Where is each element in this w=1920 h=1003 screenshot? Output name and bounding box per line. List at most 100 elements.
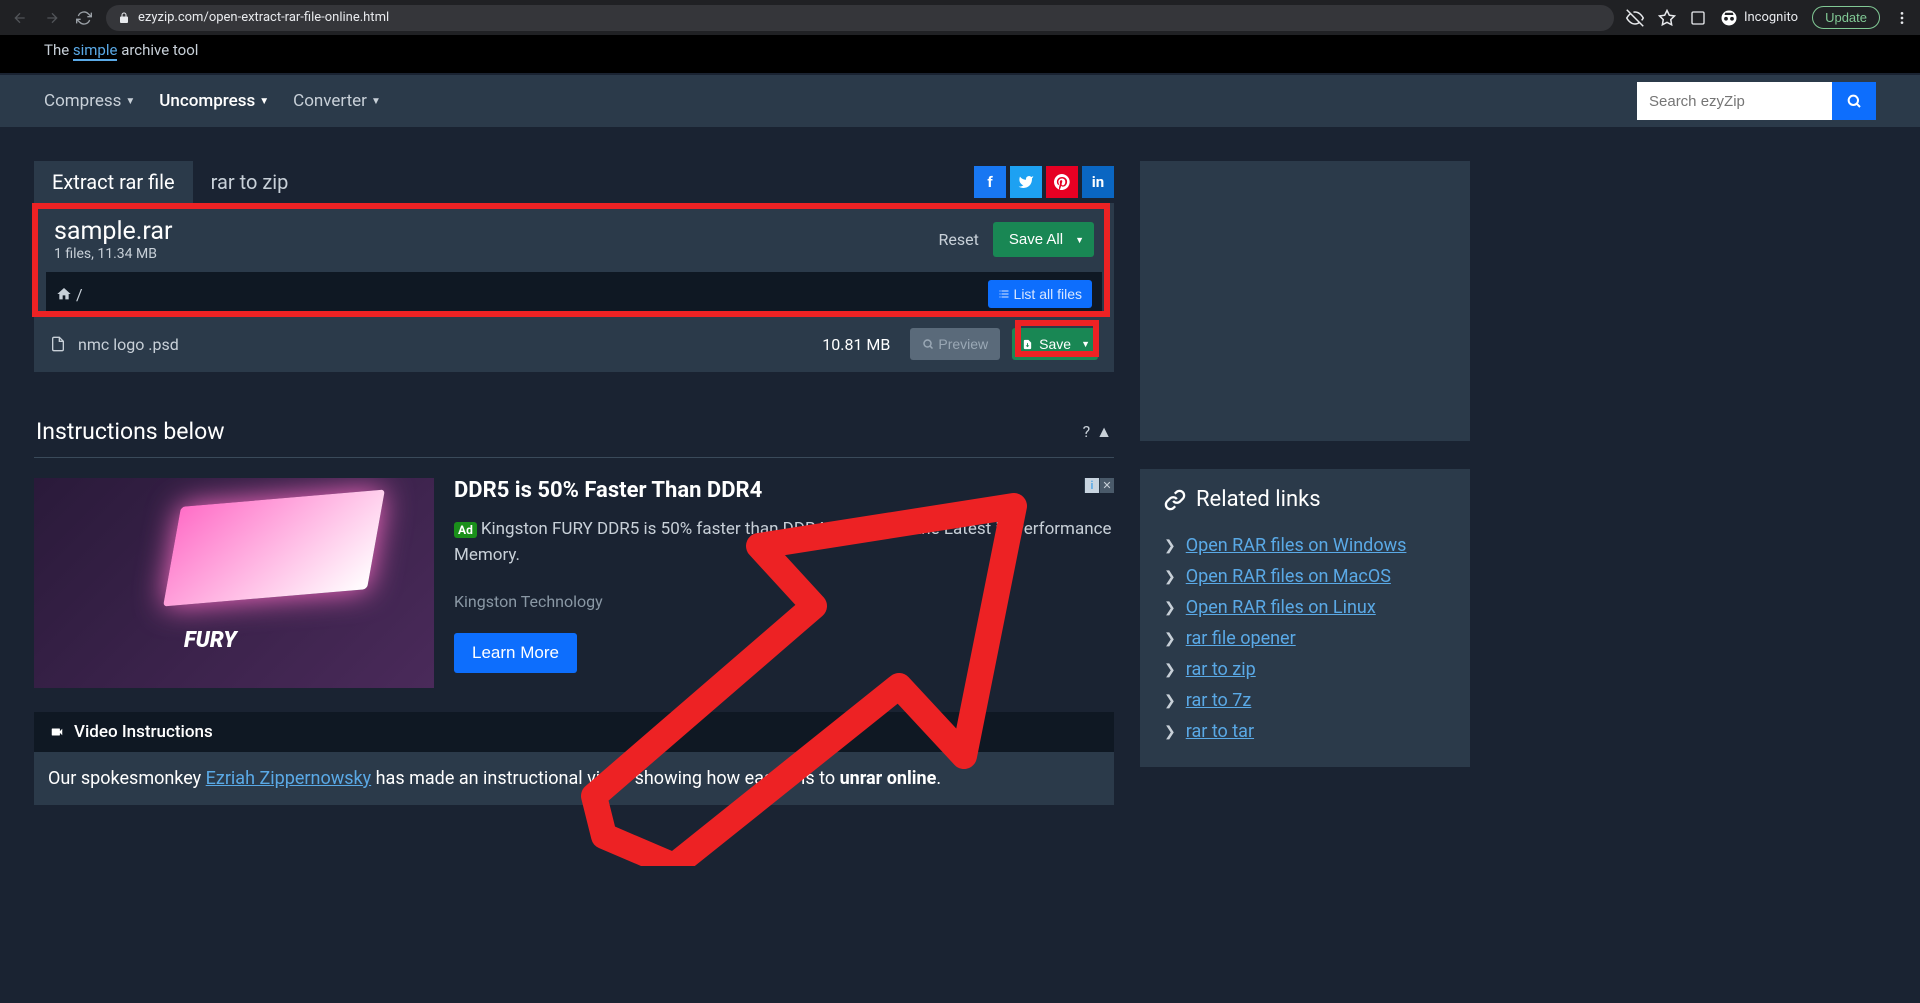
chevron-right-icon: ❯ bbox=[1164, 693, 1176, 709]
related-link[interactable]: rar to 7z bbox=[1186, 690, 1252, 711]
related-link[interactable]: rar to tar bbox=[1186, 721, 1254, 742]
file-size: 10.81 MB bbox=[822, 335, 890, 354]
tagline: The simple archive tool bbox=[44, 41, 1876, 59]
sidebar-ad-placeholder bbox=[1140, 161, 1470, 441]
related-link-item: ❯ rar file opener bbox=[1164, 623, 1446, 654]
browser-toolbar: ezyzip.com/open-extract-rar-file-online.… bbox=[0, 0, 1920, 35]
facebook-icon[interactable]: f bbox=[974, 166, 1006, 198]
caret-down-icon: ▼ bbox=[371, 96, 381, 107]
nav-uncompress[interactable]: Uncompress▼ bbox=[159, 91, 283, 111]
reload-button[interactable] bbox=[74, 8, 94, 28]
ad-close-icon[interactable]: ✕ bbox=[1099, 478, 1114, 493]
ad-controls: i ✕ bbox=[1084, 478, 1114, 493]
ad-text: i ✕ DDR5 is 50% Faster Than DDR4 AdKings… bbox=[454, 478, 1114, 688]
reset-link[interactable]: Reset bbox=[939, 230, 979, 249]
related-heading: Related links bbox=[1164, 487, 1446, 512]
forward-button[interactable] bbox=[42, 8, 62, 28]
search-button[interactable] bbox=[1832, 82, 1876, 120]
related-links-panel: Related links ❯ Open RAR files on Windows… bbox=[1140, 469, 1470, 767]
search-input[interactable] bbox=[1637, 82, 1832, 120]
pinterest-icon[interactable] bbox=[1046, 166, 1078, 198]
related-link[interactable]: Open RAR files on Linux bbox=[1186, 597, 1376, 618]
ad-badge: Ad bbox=[454, 522, 477, 538]
file-row: nmc logo .psd 10.81 MB Preview Save ▼ bbox=[34, 316, 1114, 372]
browser-right-icons: Incognito Update bbox=[1626, 6, 1910, 29]
chevron-right-icon: ❯ bbox=[1164, 662, 1176, 678]
incognito-icon bbox=[1720, 9, 1738, 27]
link-icon bbox=[1164, 489, 1186, 511]
tab-rar-to-zip[interactable]: rar to zip bbox=[193, 161, 307, 203]
ad-brand: Kingston Technology bbox=[454, 592, 1114, 611]
caret-up-icon: ▲ bbox=[1096, 422, 1112, 442]
help-toggle[interactable]: ? ▲ bbox=[1083, 422, 1112, 442]
content-wrap: Extract rar file rar to zip f in sample.… bbox=[0, 161, 1920, 805]
page-viewport: The simple archive tool Compress▼ Uncomp… bbox=[0, 35, 1920, 1003]
video-heading: Video Instructions bbox=[34, 712, 1114, 752]
related-link-item: ❯ rar to 7z bbox=[1164, 685, 1446, 716]
update-button[interactable]: Update bbox=[1812, 6, 1880, 29]
spokesmonkey-link[interactable]: Ezriah Zippernowsky bbox=[206, 768, 372, 789]
search-wrap bbox=[1637, 82, 1876, 120]
chevron-right-icon: ❯ bbox=[1164, 724, 1176, 740]
ad-image[interactable] bbox=[34, 478, 434, 688]
caret-down-icon: ▼ bbox=[1075, 235, 1084, 245]
preview-button[interactable]: Preview bbox=[910, 328, 1000, 360]
related-link[interactable]: rar to zip bbox=[1186, 659, 1256, 680]
save-all-button[interactable]: Save All ▼ bbox=[993, 222, 1094, 257]
breadcrumb-path: / bbox=[76, 285, 83, 304]
incognito-label: Incognito bbox=[1744, 10, 1798, 25]
archive-panel: sample.rar 1 files, 11.34 MB Reset Save … bbox=[34, 203, 1114, 372]
nav-compress[interactable]: Compress▼ bbox=[44, 91, 149, 111]
main-nav: Compress▼ Uncompress▼ Converter▼ bbox=[0, 73, 1920, 127]
ad-block: i ✕ DDR5 is 50% Faster Than DDR4 AdKings… bbox=[34, 478, 1114, 688]
caret-down-icon: ▼ bbox=[259, 96, 269, 107]
linkedin-icon[interactable]: in bbox=[1082, 166, 1114, 198]
archive-header: sample.rar 1 files, 11.34 MB Reset Save … bbox=[34, 203, 1114, 272]
back-button[interactable] bbox=[10, 8, 30, 28]
archive-meta: 1 files, 11.34 MB bbox=[54, 246, 172, 262]
ad-cta-button[interactable]: Learn More bbox=[454, 633, 577, 673]
home-icon[interactable] bbox=[56, 286, 72, 302]
related-link[interactable]: Open RAR files on MacOS bbox=[1186, 566, 1391, 587]
breadcrumb-row: / List all files bbox=[46, 272, 1102, 316]
address-bar[interactable]: ezyzip.com/open-extract-rar-file-online.… bbox=[106, 5, 1614, 31]
related-link-item: ❯ rar to tar bbox=[1164, 716, 1446, 747]
instructions-heading: Instructions below bbox=[36, 418, 224, 445]
tagline-highlight: simple bbox=[73, 41, 118, 61]
lock-icon bbox=[118, 12, 130, 24]
related-link-item: ❯ Open RAR files on Linux bbox=[1164, 592, 1446, 623]
menu-icon[interactable] bbox=[1894, 10, 1910, 26]
save-button[interactable]: Save ▼ bbox=[1012, 328, 1098, 360]
caret-down-icon: ▼ bbox=[1081, 339, 1090, 349]
twitter-icon[interactable] bbox=[1010, 166, 1042, 198]
eye-off-icon[interactable] bbox=[1626, 9, 1644, 27]
related-link-item: ❯ rar to zip bbox=[1164, 654, 1446, 685]
sidebar: Related links ❯ Open RAR files on Windows… bbox=[1140, 161, 1470, 805]
related-links-list: ❯ Open RAR files on Windows ❯ Open RAR file… bbox=[1164, 530, 1446, 747]
caret-down-icon: ▼ bbox=[125, 96, 135, 107]
list-all-files-button[interactable]: List all files bbox=[988, 280, 1092, 308]
site-header: The simple archive tool bbox=[0, 35, 1920, 73]
tab-extract-rar[interactable]: Extract rar file bbox=[34, 161, 193, 203]
instructions-header: Instructions below ? ▲ bbox=[34, 418, 1114, 458]
chevron-right-icon: ❯ bbox=[1164, 600, 1176, 616]
video-section: Video Instructions Our spokesmonkey Ezri… bbox=[34, 712, 1114, 805]
main-column: Extract rar file rar to zip f in sample.… bbox=[34, 161, 1114, 805]
file-name: nmc logo .psd bbox=[78, 335, 179, 354]
ad-description: AdKingston FURY DDR5 is 50% faster than … bbox=[454, 517, 1114, 568]
url-text: ezyzip.com/open-extract-rar-file-online.… bbox=[138, 10, 389, 25]
related-link[interactable]: Open RAR files on Windows bbox=[1186, 535, 1407, 556]
chevron-right-icon: ❯ bbox=[1164, 569, 1176, 585]
file-icon bbox=[50, 335, 66, 353]
video-body: Our spokesmonkey Ezriah Zippernowsky has… bbox=[34, 752, 1114, 805]
nav-converter[interactable]: Converter▼ bbox=[293, 91, 395, 111]
ad-title: DDR5 is 50% Faster Than DDR4 bbox=[454, 478, 1114, 503]
related-link-item: ❯ Open RAR files on MacOS bbox=[1164, 561, 1446, 592]
chevron-right-icon: ❯ bbox=[1164, 538, 1176, 554]
related-link[interactable]: rar file opener bbox=[1186, 628, 1296, 649]
ad-info-icon[interactable]: i bbox=[1084, 478, 1099, 493]
star-icon[interactable] bbox=[1658, 9, 1676, 27]
extensions-icon[interactable] bbox=[1690, 10, 1706, 26]
chevron-right-icon: ❯ bbox=[1164, 631, 1176, 647]
tabs-row: Extract rar file rar to zip f in bbox=[34, 161, 1114, 203]
